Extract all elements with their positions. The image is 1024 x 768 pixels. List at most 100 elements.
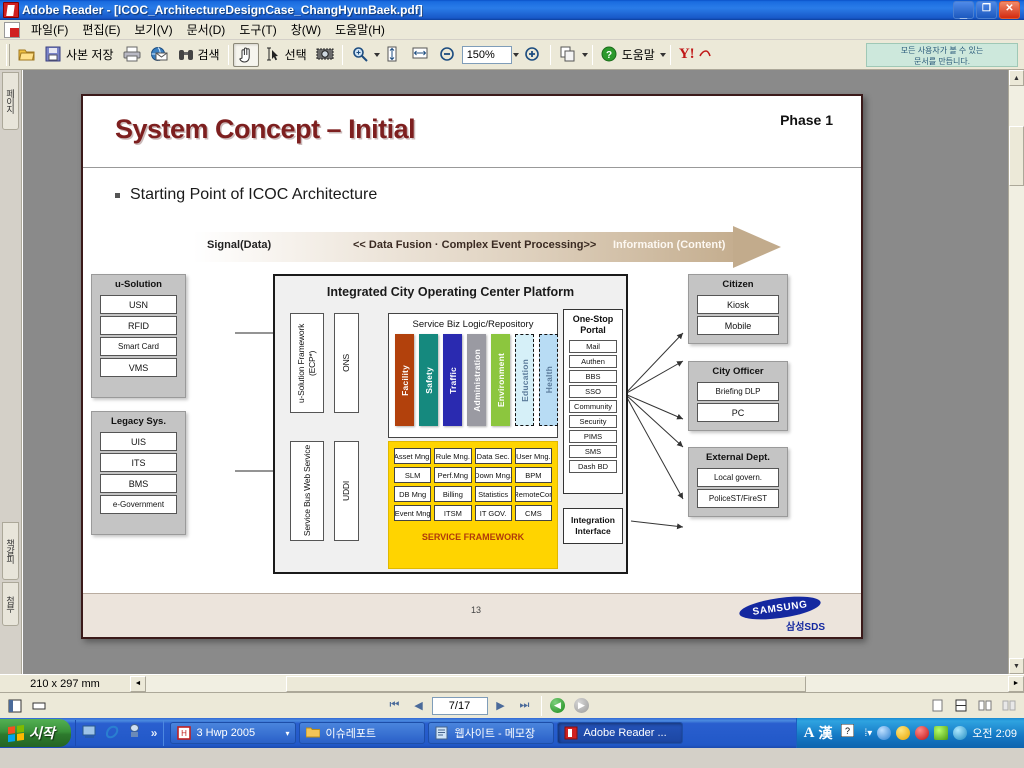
connector-uddi[interactable]: UDDI <box>334 441 359 541</box>
sfw-billing[interactable]: Billing <box>434 486 472 502</box>
sfw-rule-mng[interactable]: Rule Mng. <box>434 448 472 464</box>
help-caret-icon[interactable] <box>659 52 666 57</box>
bar-health[interactable]: Health <box>539 334 558 426</box>
toolbar-grip[interactable] <box>6 43 10 66</box>
review-comment-button[interactable] <box>555 43 581 67</box>
item-its[interactable]: ITS <box>100 453 177 472</box>
save-copy-button[interactable]: 사본 저장 <box>41 43 118 67</box>
scroll-left-button[interactable]: ◄ <box>130 675 146 692</box>
bar-environment[interactable]: Environment <box>491 334 510 426</box>
bar-safety[interactable]: Safety <box>419 334 438 426</box>
sfw-perf-mng[interactable]: Perf.Mng <box>434 467 472 483</box>
previous-page-button[interactable]: ◀ <box>408 696 430 716</box>
connector-service-bus[interactable]: Service Bus Web Service <box>290 441 324 541</box>
sfw-data-sec[interactable]: Data Sec. <box>474 448 512 464</box>
open-button[interactable] <box>14 43 40 67</box>
sfw-db-mng[interactable]: DB Mng <box>394 486 432 502</box>
item-mobile[interactable]: Mobile <box>697 316 779 335</box>
page-layout-button[interactable] <box>28 696 50 716</box>
fit-height-button[interactable] <box>381 43 407 67</box>
continuous-facing-view-button[interactable] <box>998 696 1020 716</box>
portal-pims[interactable]: PIMS <box>569 430 617 443</box>
zoom-out-button[interactable] <box>435 43 461 67</box>
sfw-itsm[interactable]: ITSM <box>434 505 472 521</box>
menu-item-view[interactable]: 보기(V) <box>127 19 179 40</box>
horizontal-scrollbar[interactable]: ◄ ► <box>130 675 1024 692</box>
item-usn[interactable]: USN <box>100 295 177 314</box>
menu-item-window[interactable]: 창(W) <box>284 19 328 40</box>
quick-launch-overflow-icon[interactable]: » <box>151 726 158 740</box>
task-hwp2005[interactable]: H 3 Hwp 2005 ▾ <box>170 722 297 744</box>
internet-explorer-icon[interactable] <box>105 724 123 742</box>
sfw-asset-mng[interactable]: Asset Mng. <box>394 448 432 464</box>
last-page-button[interactable]: ⏭ <box>514 696 536 716</box>
review-caret-icon[interactable] <box>581 52 588 57</box>
menu-item-document[interactable]: 문서(D) <box>180 19 233 40</box>
item-e-government[interactable]: e-Government <box>100 495 177 514</box>
bar-traffic[interactable]: Traffic <box>443 334 462 426</box>
ime-options-icon[interactable]: ⁞▾ <box>864 728 872 739</box>
item-police-fire-st[interactable]: PoliceST/FireST <box>697 489 779 508</box>
nav-tab-pages[interactable]: 페이지 <box>2 72 19 130</box>
continuous-view-button[interactable] <box>950 696 972 716</box>
minimize-button[interactable]: _ <box>953 1 974 19</box>
task-notepad-website[interactable]: 웹사이트 - 메모장 <box>428 722 555 744</box>
select-tool-button[interactable]: 선택 <box>260 43 311 67</box>
item-local-govern[interactable]: Local govern. <box>697 468 779 487</box>
ime-help-icon[interactable]: ? <box>840 723 859 742</box>
sfw-slm[interactable]: SLM <box>394 467 432 483</box>
item-vms[interactable]: VMS <box>100 358 177 377</box>
portal-bbs[interactable]: BBS <box>569 370 617 383</box>
next-page-button[interactable]: ▶ <box>490 696 512 716</box>
portal-mail[interactable]: Mail <box>569 340 617 353</box>
item-kiosk[interactable]: Kiosk <box>697 295 779 314</box>
ime-indicator[interactable]: A 漢 <box>804 723 837 743</box>
sfw-cms[interactable]: CMS <box>514 505 552 521</box>
scroll-down-button[interactable]: ▼ <box>1009 658 1024 674</box>
zoom-in-button[interactable] <box>520 43 546 67</box>
hand-tool-button[interactable] <box>232 42 259 67</box>
promo-banner[interactable]: 모든 사용자가 볼 수 있는 문서를 만듭니다. <box>866 42 1018 67</box>
sidebar-toggle-button[interactable] <box>4 696 26 716</box>
tray-antivirus-icon[interactable] <box>934 726 949 740</box>
first-page-button[interactable]: ⏮ <box>384 696 406 716</box>
menu-item-edit[interactable]: 편집(E) <box>75 19 127 40</box>
scroll-right-button[interactable]: ► <box>1008 675 1024 692</box>
nav-tab-attachments[interactable]: 첨부 <box>2 582 19 626</box>
vscroll-track[interactable] <box>1009 86 1024 658</box>
print-button[interactable] <box>119 43 145 67</box>
portal-authen[interactable]: Authen <box>569 355 617 368</box>
scroll-up-button[interactable]: ▲ <box>1009 70 1024 86</box>
zoom-dropdown-caret-icon[interactable] <box>373 52 380 57</box>
integration-interface-box[interactable]: Integration Interface <box>563 508 623 544</box>
clock-label[interactable]: 오전 2:09 <box>972 725 1017 741</box>
task-issue-report-folder[interactable]: 이슈레포트 <box>299 722 426 744</box>
portal-security[interactable]: Security <box>569 415 617 428</box>
item-uis[interactable]: UIS <box>100 432 177 451</box>
close-button[interactable]: ✕ <box>999 1 1020 19</box>
sfw-event-mng[interactable]: Event Mng <box>394 505 432 521</box>
bar-education[interactable]: Education <box>515 334 534 426</box>
connector-ecp-framework[interactable]: u-Solution Framework (ECP*) <box>290 313 324 413</box>
vscroll-thumb[interactable] <box>1009 126 1024 186</box>
bar-facility[interactable]: Facility <box>395 334 414 426</box>
portal-sms[interactable]: SMS <box>569 445 617 458</box>
fit-width-button[interactable] <box>408 43 434 67</box>
restore-button[interactable]: ❐ <box>976 1 997 19</box>
portal-community[interactable]: Community <box>569 400 617 413</box>
start-button[interactable]: 시작 <box>0 719 71 747</box>
hscroll-track[interactable] <box>146 675 1008 692</box>
item-briefing-dlp[interactable]: Briefing DLP <box>697 382 779 401</box>
sfw-down-mng[interactable]: Down Mng. <box>474 467 512 483</box>
item-rfid[interactable]: RFID <box>100 316 177 335</box>
email-button[interactable] <box>146 43 172 67</box>
tray-block-icon[interactable] <box>915 726 930 740</box>
sfw-bpm[interactable]: BPM <box>514 467 552 483</box>
help-button[interactable]: ? 도움말 <box>597 43 659 67</box>
sfw-remotecon[interactable]: RemoteCon <box>514 486 552 502</box>
menu-item-file[interactable]: 파일(F) <box>24 19 75 40</box>
menu-item-tools[interactable]: 도구(T) <box>232 19 283 40</box>
nav-tab-bookmarks[interactable]: 책갈피 <box>2 522 19 580</box>
page-number-input[interactable]: 7/17 <box>431 696 488 715</box>
sfw-statistics[interactable]: Statistics <box>474 486 512 502</box>
